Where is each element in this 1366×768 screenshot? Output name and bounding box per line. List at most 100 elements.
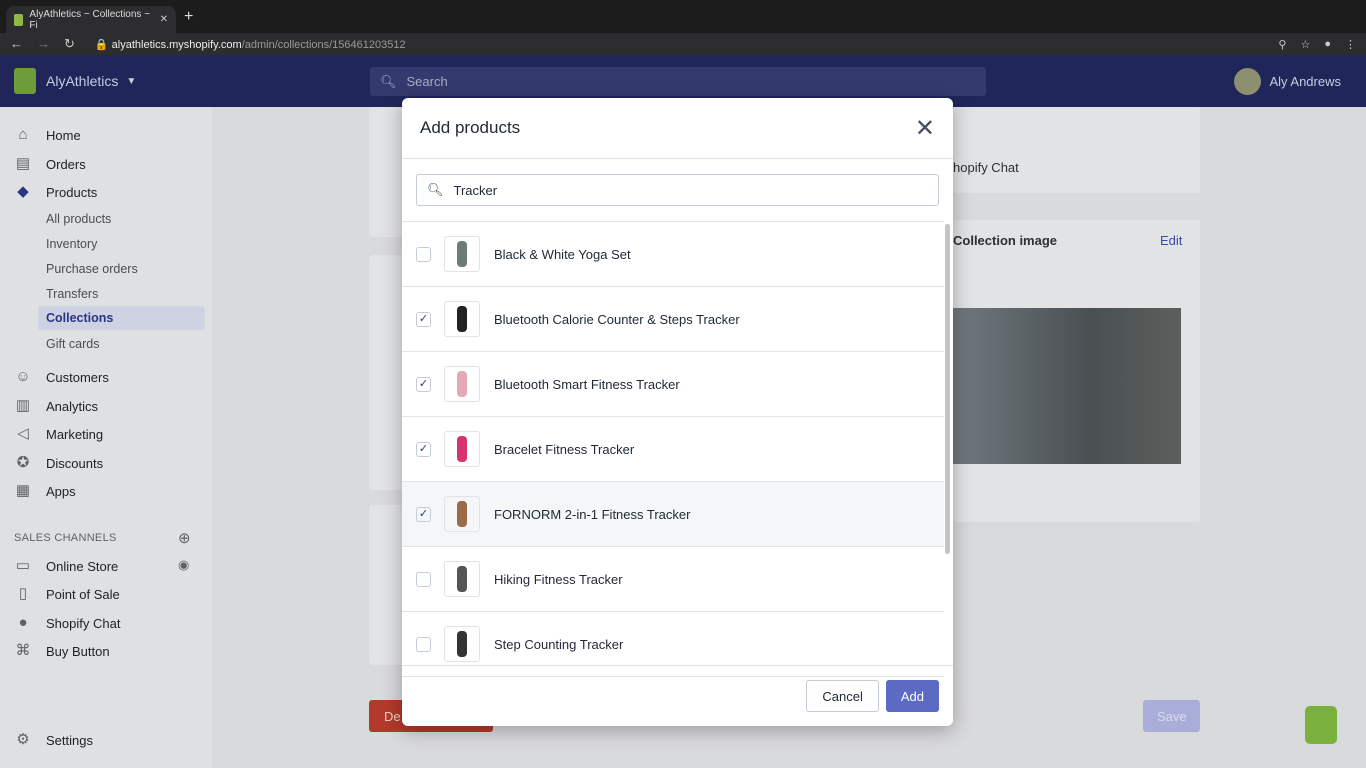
sidebar-item-gift-cards[interactable]: Gift cards [46, 337, 100, 351]
megaphone-icon: ◁ [17, 425, 29, 442]
user-menu[interactable]: Aly Andrews [1234, 68, 1341, 95]
product-checkbox[interactable]: ✓ [416, 441, 431, 457]
sidebar-item-marketing[interactable]: ◁ Marketing [14, 425, 103, 443]
add-channel-icon[interactable]: ⊕ [178, 529, 191, 547]
product-row[interactable]: ✓ Bluetooth Calorie Counter & Steps Track… [402, 287, 944, 352]
store-icon: ▭ [15, 557, 31, 574]
product-name: Hiking Fitness Tracker [494, 571, 623, 587]
product-checkbox[interactable]: ✓ [416, 311, 431, 327]
collection-image-heading: Collection image [953, 233, 1058, 248]
sidebar-item-purchase-orders[interactable]: Purchase orders [46, 262, 138, 276]
label: Settings [46, 732, 93, 748]
product-name: Step Counting Tracker [494, 636, 624, 652]
zoom-icon[interactable]: ⚲ [1278, 38, 1286, 51]
store-switcher[interactable]: AlyAthletics [46, 73, 118, 89]
sidebar-item-inventory[interactable]: Inventory [46, 237, 97, 251]
search-value: Tracker [453, 182, 498, 198]
product-checkbox[interactable]: ✓ [416, 506, 431, 522]
sidebar-item-point-of-sale[interactable]: ▯ Point of Sale [14, 585, 120, 603]
sidebar-item-orders[interactable]: ▤ Orders [14, 155, 86, 173]
product-checkbox[interactable] [416, 246, 431, 262]
tag-icon: ◆ [17, 183, 29, 200]
sidebar: ⌂ Home ▤ Orders ◆ Products All products Inv… [0, 107, 212, 768]
product-thumbnail [444, 496, 480, 532]
sales-channels-heading: SALES CHANNELS [14, 532, 117, 544]
new-tab-button[interactable]: + [184, 8, 193, 26]
url-field[interactable]: 🔒 alyathletics.myshopify.com/admin/colle… [95, 38, 406, 51]
sidebar-item-online-store[interactable]: ▭ Online Store [14, 557, 118, 575]
discount-icon: ✪ [16, 454, 30, 471]
search-icon: 🔍︎ [427, 182, 444, 197]
product-row[interactable]: Black & White Yoga Set [402, 222, 944, 287]
product-thumbnail [444, 431, 480, 467]
sidebar-item-apps[interactable]: ▦ Apps [14, 482, 76, 500]
product-thumbnail [444, 236, 480, 272]
edit-link[interactable]: Edit [1160, 233, 1182, 248]
sidebar-item-transfers[interactable]: Transfers [46, 287, 98, 301]
label: Marketing [46, 426, 104, 442]
sales-channel-text: hopify Chat [953, 160, 1019, 175]
cancel-button[interactable]: Cancel [806, 680, 879, 712]
scrollbar[interactable] [945, 224, 950, 554]
label: Customers [46, 369, 109, 385]
product-row[interactable]: Hiking Fitness Tracker [402, 547, 944, 612]
sidebar-item-discounts[interactable]: ✪ Discounts [14, 454, 103, 472]
sidebar-item-all-products[interactable]: All products [46, 212, 111, 226]
product-row[interactable]: ✓ FORNORM 2-in-1 Fitness Tracker [402, 482, 944, 547]
eye-icon[interactable]: ◉ [178, 557, 189, 573]
sidebar-item-buy-button[interactable]: ⌘ Buy Button [14, 642, 110, 660]
label: Online Store [46, 558, 119, 574]
chevron-down-icon[interactable]: ▼ [126, 76, 136, 87]
sidebar-item-customers[interactable]: ☺ Customers [14, 368, 109, 386]
label: Point of Sale [46, 586, 120, 602]
search-icon: 🔍︎ [380, 73, 397, 89]
add-button[interactable]: Add [885, 680, 939, 712]
product-list: Black & White Yoga Set ✓ Bluetooth Calorie… [402, 221, 944, 677]
sidebar-item-shopify-chat[interactable]: ● Shopify Chat [14, 614, 120, 632]
profile-icon[interactable]: ● [1324, 38, 1331, 51]
browser-tab-bar: AlyAthletics ~ Collections ~ Fi ✕ + [0, 0, 1366, 33]
label: Home [46, 127, 81, 143]
product-thumbnail [444, 561, 480, 597]
save-button[interactable]: Save [1143, 700, 1200, 732]
star-icon[interactable]: ☆ [1300, 38, 1310, 51]
label: Orders [46, 156, 86, 172]
add-products-modal: Add products ✕ 🔍︎ Tracker Black & White Yo… [402, 98, 953, 726]
menu-icon[interactable]: ⋮ [1345, 38, 1356, 51]
sidebar-item-analytics[interactable]: ▥ Analytics [14, 397, 98, 415]
product-name: Bluetooth Calorie Counter & Steps Tracke… [494, 311, 740, 327]
url-path: /admin/collections/156461203512 [241, 38, 406, 51]
product-row[interactable]: ✓ Bluetooth Smart Fitness Tracker [402, 352, 944, 417]
shopify-bag-icon [1305, 706, 1337, 744]
product-thumbnail [444, 366, 480, 402]
back-icon[interactable]: ← [10, 36, 23, 52]
sidebar-item-collections[interactable]: Collections [38, 306, 205, 330]
product-checkbox[interactable]: ✓ [416, 376, 431, 392]
reload-icon[interactable]: ↻ [64, 36, 75, 52]
orders-icon: ▤ [15, 155, 31, 172]
tab-title: AlyAthletics ~ Collections ~ Fi [29, 8, 151, 31]
label: Products [46, 184, 98, 200]
person-icon: ☺ [15, 368, 31, 385]
shopify-favicon-icon [14, 13, 24, 26]
url-host: alyathletics.myshopify.com [111, 38, 242, 51]
sidebar-item-home[interactable]: ⌂ Home [14, 126, 81, 144]
product-name: Bluetooth Smart Fitness Tracker [494, 376, 680, 392]
collection-image [953, 308, 1181, 464]
browser-tab[interactable]: AlyAthletics ~ Collections ~ Fi ✕ [6, 6, 176, 33]
product-checkbox[interactable] [416, 636, 431, 652]
search-input[interactable]: 🔍︎ Search [370, 67, 986, 96]
search-placeholder: Search [406, 74, 448, 89]
sidebar-item-settings[interactable]: ⚙ Settings [14, 731, 93, 749]
close-icon[interactable]: ✕ [915, 114, 935, 143]
product-name: Bracelet Fitness Tracker [494, 441, 635, 457]
forward-icon[interactable]: → [37, 36, 50, 52]
product-search-input[interactable]: 🔍︎ Tracker [416, 174, 939, 206]
apps-icon: ▦ [15, 482, 31, 499]
product-row[interactable]: ✓ Bracelet Fitness Tracker [402, 417, 944, 482]
sidebar-item-products[interactable]: ◆ Products [14, 183, 97, 201]
product-checkbox[interactable] [416, 571, 431, 587]
background-card [953, 107, 1200, 193]
close-tab-icon[interactable]: ✕ [160, 14, 168, 25]
home-icon: ⌂ [18, 126, 28, 143]
